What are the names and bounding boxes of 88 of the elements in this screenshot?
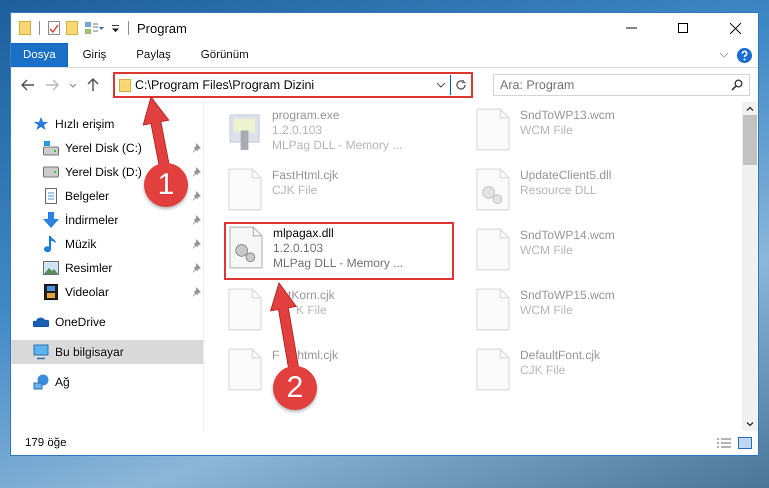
highlighted-file-item[interactable]: mlpagax.dll 1.2.0.103 MLPag DLL - Memory ... <box>224 222 454 280</box>
blank-file-icon <box>228 288 262 331</box>
file-name: mlpagax.dll <box>273 226 334 241</box>
sidebar-item[interactable]: Videolar <box>39 280 113 304</box>
document-icon <box>43 188 59 204</box>
item-count: 179 öğe <box>25 437 67 449</box>
file-name: html.cjk <box>297 348 338 363</box>
file-name: SndToWP14.wcm <box>520 228 615 243</box>
scroll-thumb[interactable] <box>743 115 757 165</box>
file-detail: K File <box>296 303 327 318</box>
file-detail: WCM File <box>520 123 573 138</box>
file-detail: WCM File <box>520 243 573 258</box>
star-icon <box>33 116 49 132</box>
minimize-icon <box>626 27 636 29</box>
picture-icon <box>43 260 59 276</box>
search-icon <box>731 79 743 91</box>
pin-icon[interactable] <box>191 239 201 249</box>
address-field[interactable]: C:\Program Files\Program Dizini <box>113 72 473 98</box>
file-name: SndToWP13.wcm <box>520 108 615 123</box>
recent-locations-icon[interactable] <box>69 82 77 88</box>
sidebar-item[interactable]: Resimler <box>39 256 116 280</box>
drive-icon <box>43 164 59 180</box>
file-name: FastHtml.cjk <box>272 168 338 183</box>
customize-caret-icon[interactable] <box>111 24 120 32</box>
file-detail: WCM File <box>520 303 573 318</box>
file-detail: 1.2.0.103 <box>272 123 322 138</box>
maximize-icon <box>678 23 688 33</box>
expand-ribbon-icon[interactable] <box>719 52 729 58</box>
window-title: Program <box>137 20 187 36</box>
sidebar-item[interactable]: Müzik <box>39 232 100 256</box>
sidebar-item[interactable]: Hızlı erişim <box>11 112 203 136</box>
up-arrow-icon[interactable] <box>87 78 99 92</box>
music-note-icon <box>43 236 59 252</box>
ribbon-tab[interactable]: Dosya <box>11 43 68 67</box>
pin-icon[interactable] <box>191 143 201 153</box>
pin-icon[interactable] <box>191 215 201 225</box>
details-view-icon[interactable] <box>716 438 732 448</box>
dropdown-chevron-icon[interactable] <box>436 82 446 88</box>
back-arrow-icon[interactable] <box>21 79 35 91</box>
scrollbar[interactable] <box>742 102 758 431</box>
blank-file-icon <box>228 168 262 211</box>
sidebar-item[interactable]: Belgeler <box>39 184 114 208</box>
file-detail: MLPag DLL - Memory ... <box>272 138 402 153</box>
pin-icon[interactable] <box>191 263 201 273</box>
file-detail: MLPag DLL - Memory ... <box>273 256 404 271</box>
file-name: tKorn.cjk <box>288 288 335 303</box>
view-dropdown-icon[interactable] <box>84 22 105 34</box>
sidebar-item[interactable]: Yerel Disk (C:) <box>39 136 146 160</box>
file-name: DefaultFont.cjk <box>520 348 600 363</box>
file-name: program.exe <box>272 108 340 123</box>
folder-icon <box>119 78 131 92</box>
address-path: C:\Program Files\Program Dizini <box>135 78 316 92</box>
film-icon <box>43 284 59 300</box>
scroll-down-icon[interactable] <box>746 422 754 427</box>
close-icon <box>730 22 740 34</box>
blank-file-icon <box>228 348 262 391</box>
monitor-icon <box>33 344 49 360</box>
blank-file-icon <box>476 108 510 151</box>
network-icon <box>33 374 49 390</box>
sidebar-item[interactable]: İndirmeler <box>39 208 122 232</box>
forward-arrow-icon[interactable] <box>45 79 59 91</box>
sidebar-item[interactable]: Yerel Disk (D:) <box>39 160 146 184</box>
help-icon[interactable] <box>737 48 752 62</box>
blank-file-icon <box>476 348 510 391</box>
file-detail: Resource DLL <box>520 183 597 198</box>
file-name: F <box>272 348 280 363</box>
drive-icon <box>43 140 59 156</box>
file-detail: CJK File <box>272 183 318 198</box>
properties-icon[interactable] <box>48 21 60 35</box>
blank-file-icon <box>476 228 510 271</box>
down-arrow-icon <box>43 212 59 228</box>
pin-icon[interactable] <box>191 191 201 201</box>
scroll-up-icon[interactable] <box>746 106 754 111</box>
file-name: UpdateClient5.dll <box>520 168 612 183</box>
blank-file-icon <box>476 288 510 331</box>
file-detail: 1.2.0.103 <box>273 241 324 256</box>
large-icons-view-icon[interactable] <box>738 437 752 449</box>
file-detail: CJK File <box>520 363 566 378</box>
pin-icon[interactable] <box>191 287 201 297</box>
sidebar-item[interactable]: OneDrive <box>11 310 203 334</box>
gear-file-icon <box>229 226 263 269</box>
pin-icon[interactable] <box>191 167 201 177</box>
sidebar-item[interactable]: Ağ <box>11 370 203 394</box>
gear-file-icon <box>476 168 510 211</box>
file-name: SndToWP15.wcm <box>520 288 615 303</box>
sidebar-item[interactable]: Bu bilgisayar <box>11 340 203 364</box>
search-field[interactable]: Ara: Program <box>493 74 750 96</box>
refresh-icon[interactable] <box>455 79 467 91</box>
